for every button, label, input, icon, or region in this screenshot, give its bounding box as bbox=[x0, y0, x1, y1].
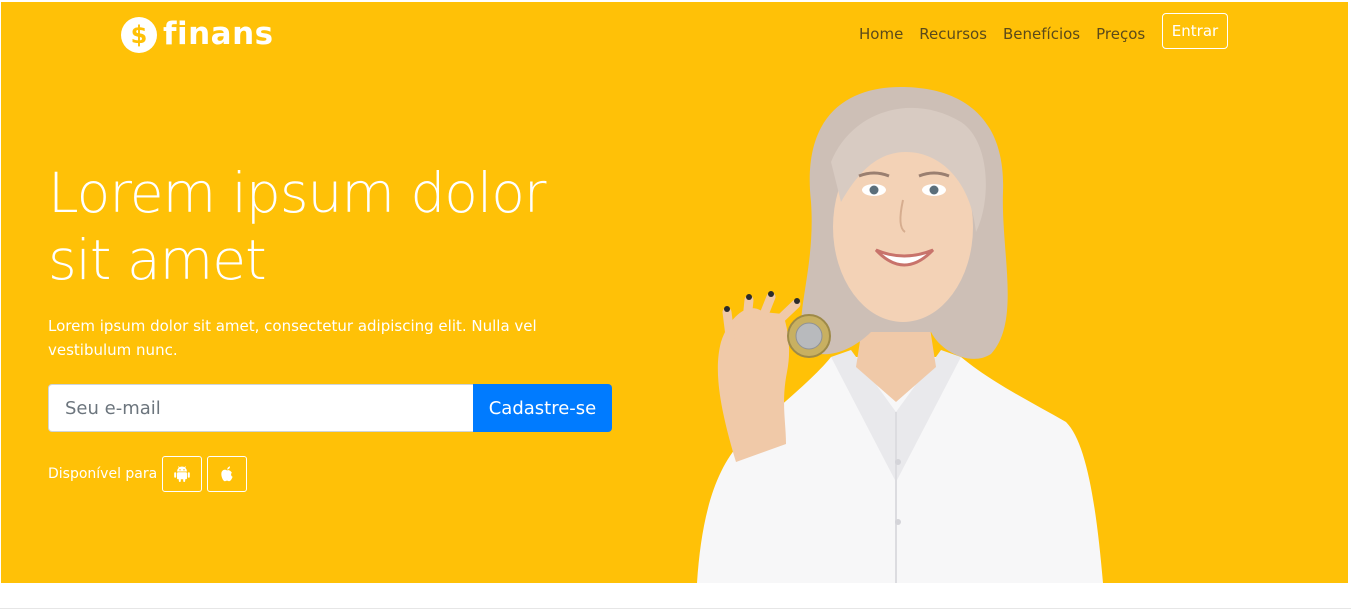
section-divider bbox=[0, 608, 1351, 609]
signup-form: Cadastre-se bbox=[48, 384, 612, 432]
hero-lead: Lorem ipsum dolor sit amet, consectetur … bbox=[48, 317, 537, 359]
android-store-button[interactable] bbox=[162, 456, 203, 492]
available-label: Disponível para bbox=[48, 466, 158, 482]
apple-store-button[interactable] bbox=[207, 456, 248, 492]
nav-item-precos[interactable]: Preços bbox=[1096, 25, 1145, 43]
main-nav: Home Recursos Benefícios Preços bbox=[859, 25, 1161, 43]
nav-item-beneficios[interactable]: Benefícios bbox=[1003, 25, 1080, 43]
nav-item-home[interactable]: Home bbox=[859, 25, 903, 43]
hero-section: $ finans Home Recursos Benefícios Preços… bbox=[1, 2, 1348, 583]
app-availability: Disponível para bbox=[48, 456, 248, 492]
brand-logo[interactable]: $ finans bbox=[121, 15, 274, 53]
login-button[interactable]: Entrar bbox=[1162, 13, 1228, 49]
nav-item-recursos[interactable]: Recursos bbox=[919, 25, 987, 43]
dollar-coin-icon: $ bbox=[121, 17, 157, 53]
apple-icon bbox=[221, 466, 233, 482]
hero-headline: Lorem ipsum dolor sit amet bbox=[48, 161, 547, 292]
brand-name: finans bbox=[163, 15, 274, 52]
android-icon bbox=[174, 466, 191, 482]
email-input[interactable] bbox=[48, 384, 473, 432]
signup-button[interactable]: Cadastre-se bbox=[473, 384, 612, 432]
hero-woman-photo bbox=[697, 87, 1103, 583]
